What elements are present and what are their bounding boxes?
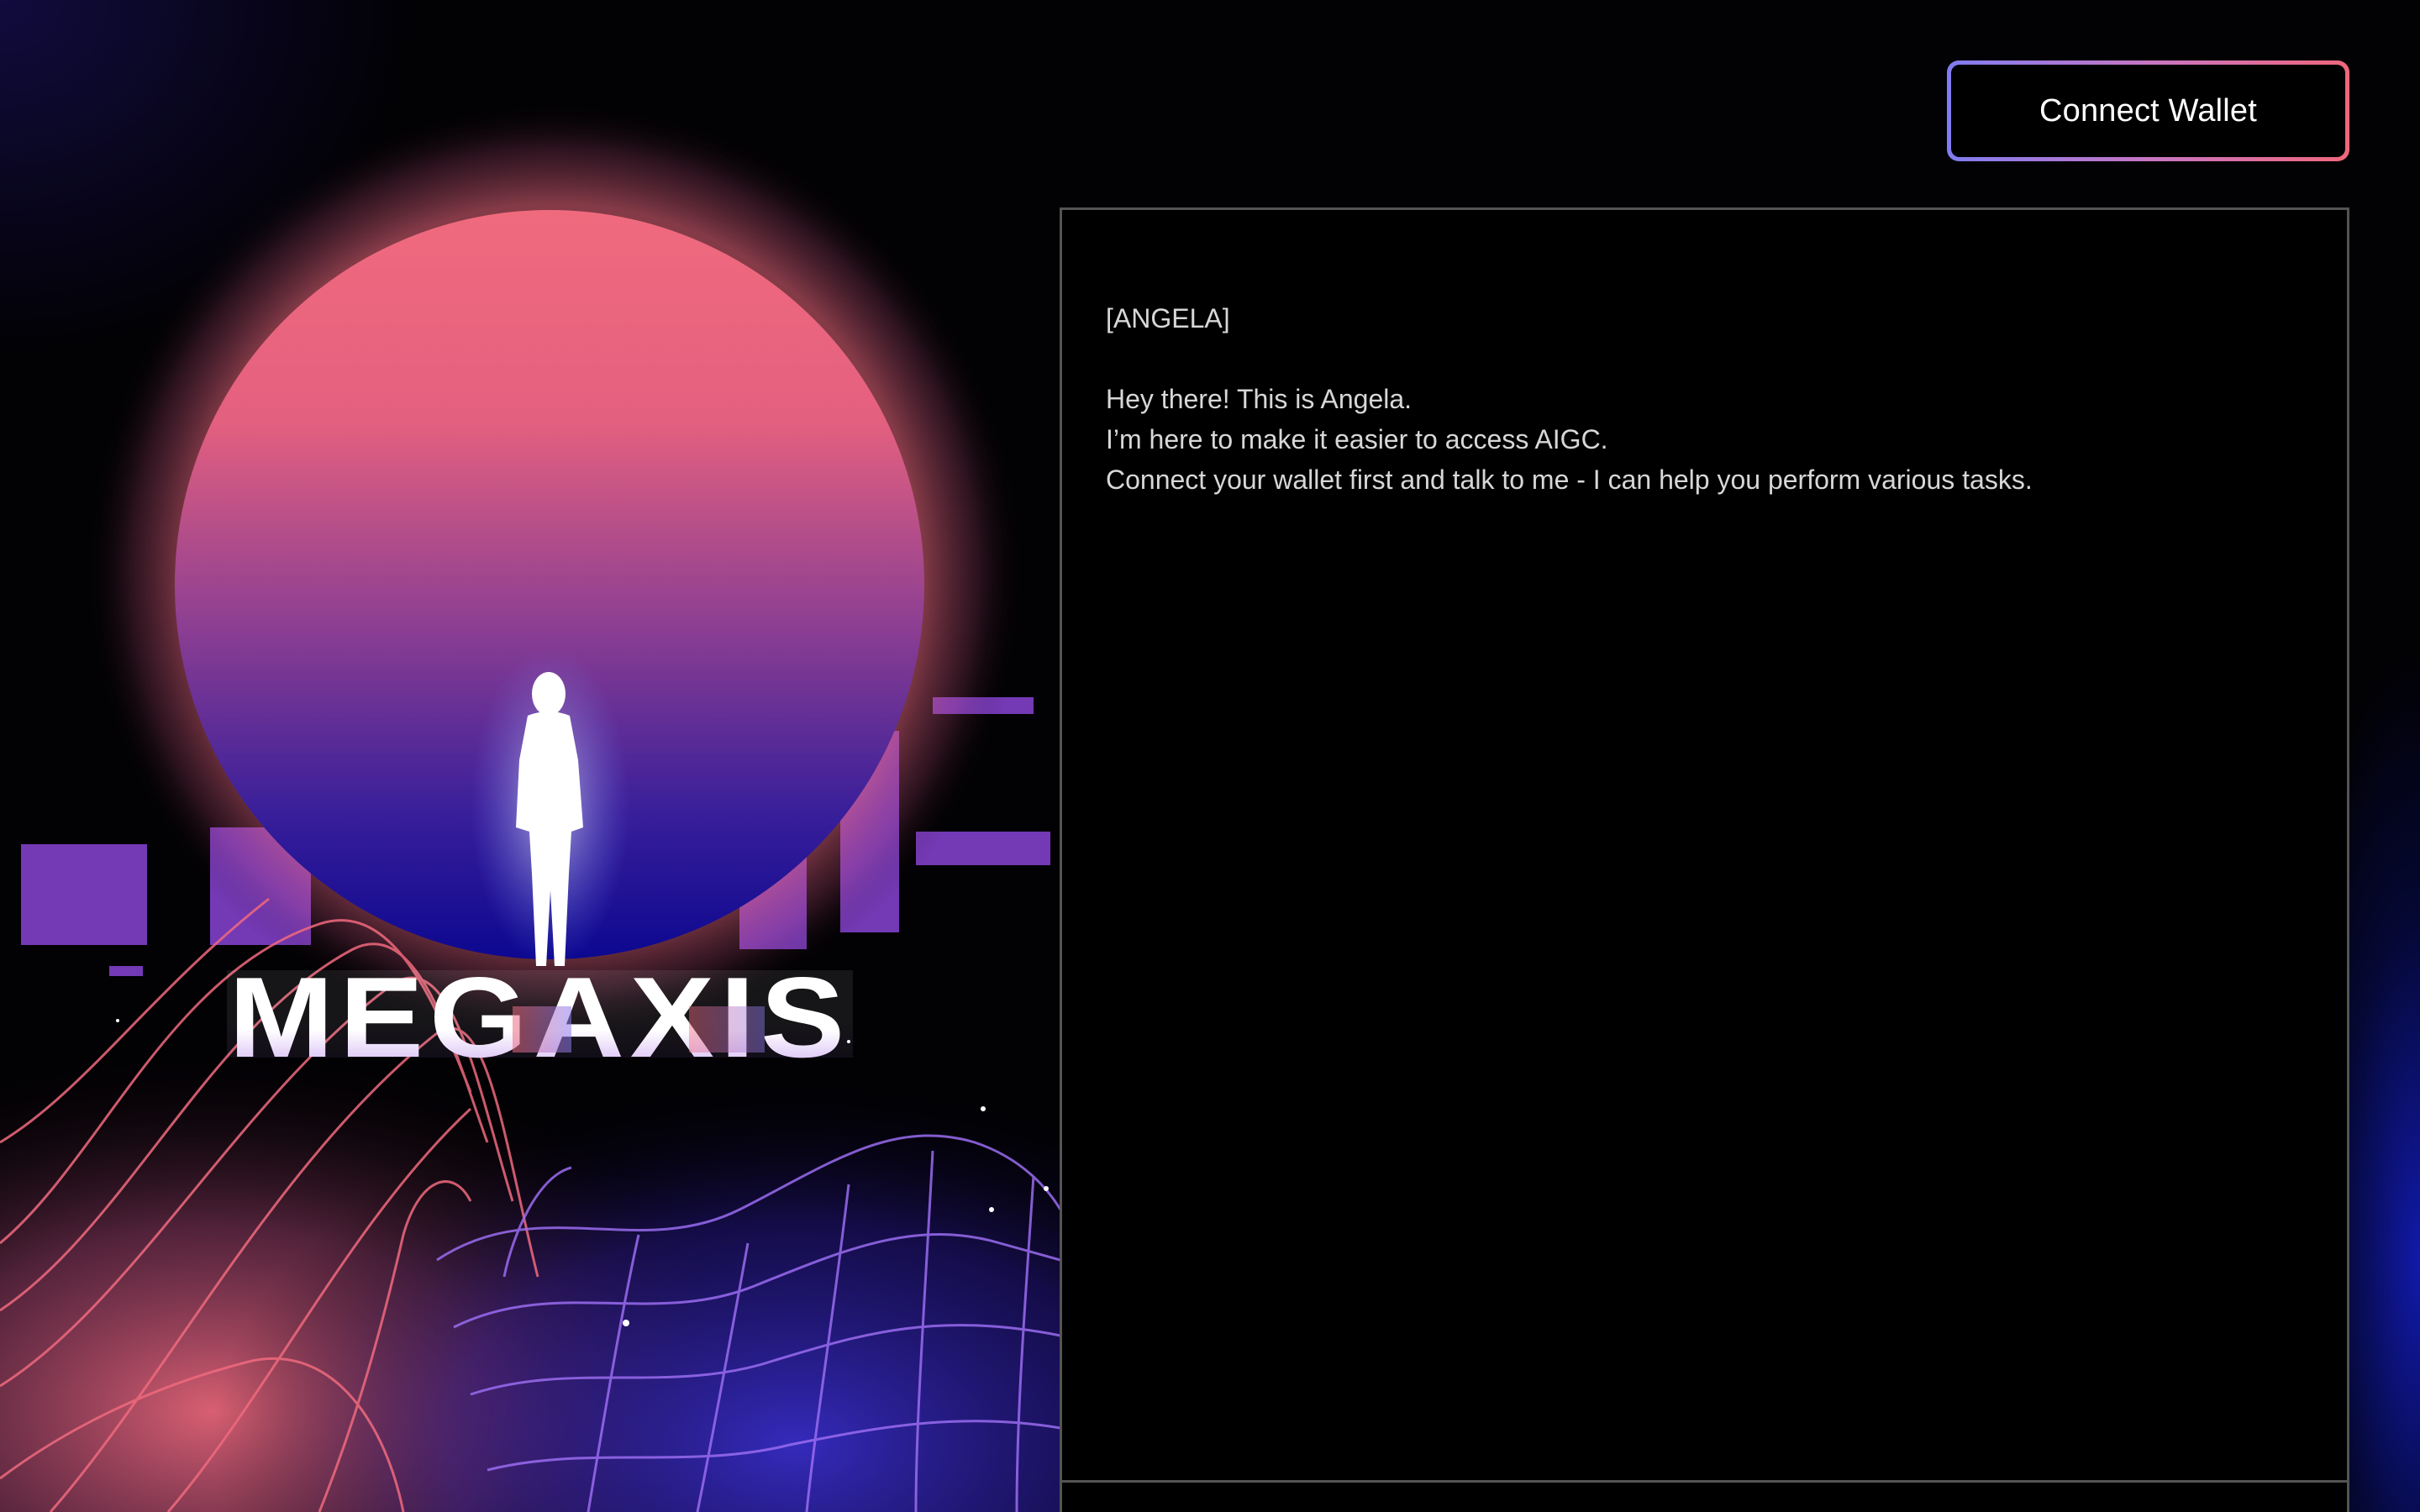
message-line: I’m here to make it easier to access AIG… — [1106, 424, 1608, 454]
connect-wallet-button[interactable]: Connect Wallet — [1947, 60, 2349, 161]
chat-message: [ANGELA] Hey there! This is Angela. I’m … — [1106, 298, 2303, 500]
hero-art: MEGAXIS — [0, 101, 1060, 1512]
hero-illustration: MEGAXIS — [0, 0, 1060, 1512]
megaxis-logo: MEGAXIS — [227, 953, 853, 1081]
chat-panel: [ANGELA] Hey there! This is Angela. I’m … — [1060, 207, 2349, 1512]
connect-wallet-label: Connect Wallet — [1951, 65, 2345, 157]
message-line: Connect your wallet first and talk to me… — [1106, 465, 2033, 495]
message-line: Hey there! This is Angela. — [1106, 384, 1413, 414]
app-page: MEGAXIS Connect Wallet [ANGELA] Hey ther… — [0, 0, 2420, 1512]
chat-input-divider — [1062, 1480, 2347, 1483]
speaker-label: [ANGELA] — [1106, 303, 1230, 333]
